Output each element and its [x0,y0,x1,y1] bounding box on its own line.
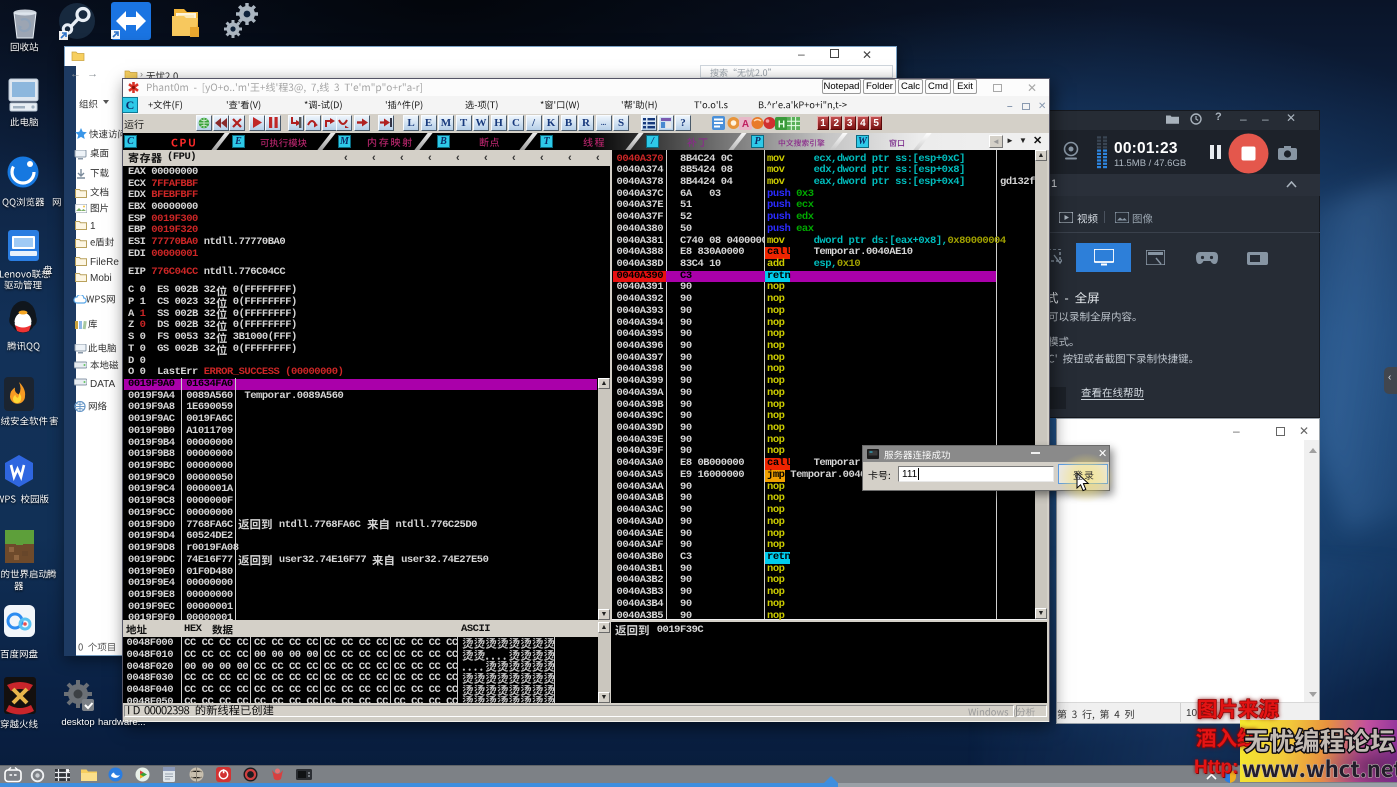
svg-text:H: H [778,120,785,131]
svg-text:A: A [742,119,749,130]
